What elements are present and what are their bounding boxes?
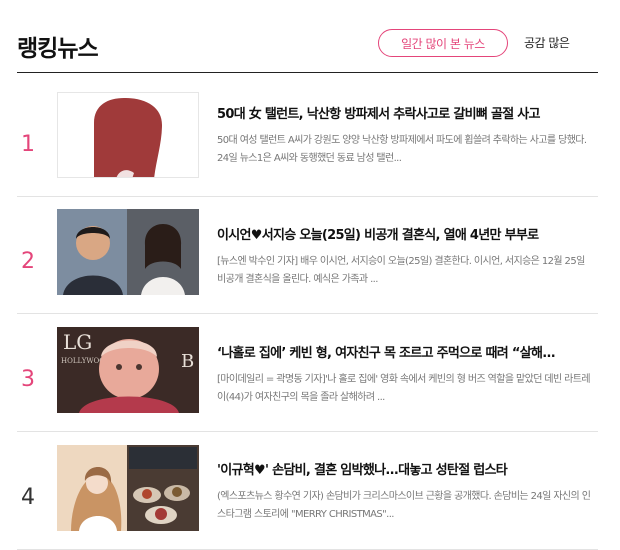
rank-number: 3 <box>21 366 35 392</box>
couple-photo-icon <box>57 209 199 295</box>
news-thumbnail[interactable] <box>57 445 199 531</box>
news-summary: (엑스포츠뉴스 황수연 기자) 손담비가 크리스마스이브 근황을 공개했다. 손… <box>217 491 591 520</box>
thumb-lg-text: LG <box>63 330 92 354</box>
news-thumbnail[interactable] <box>57 209 199 295</box>
tab-most-liked[interactable]: 공감 많은 <box>524 29 570 57</box>
rank-number: 2 <box>21 248 35 274</box>
news-headline[interactable]: ‘나홀로 집에’ 케빈 형, 여자친구 목 조르고 주먹으로 때려 “살해... <box>217 345 595 363</box>
ranking-header: 랭킹뉴스 일간 많이 본 뉴스 공감 많은 <box>17 0 598 73</box>
page-title: 랭킹뉴스 <box>17 36 99 62</box>
thumb-b-text: B <box>181 351 194 372</box>
thumbnail-image-icon <box>94 98 162 177</box>
news-thumbnail[interactable] <box>57 92 199 178</box>
news-summary: 50대 여성 탤런트 A씨가 강원도 양양 낙산항 방파제에서 파도에 휩쓸려 … <box>217 135 587 164</box>
news-item-3[interactable]: 3 LG HOLLYWOOD B ‘나홀로 집에’ 케빈 형, 여자친구 목 조… <box>17 327 598 432</box>
news-item-1[interactable]: 1 50대 女 탤런트, 낙산항 방파제서 추락사고로 갈비뼈 골절 사고 50… <box>17 92 598 197</box>
tab-daily-most-viewed[interactable]: 일간 많이 본 뉴스 <box>378 29 508 57</box>
person-photo-icon: LG HOLLYWOOD B <box>57 327 199 413</box>
news-headline[interactable]: 이시언♥서지승 오늘(25일) 비공개 결혼식, 열애 4년만 부부로 <box>217 227 595 245</box>
news-thumbnail[interactable]: LG HOLLYWOOD B <box>57 327 199 413</box>
rank-number: 1 <box>21 131 35 157</box>
food-photo-icon <box>57 445 199 531</box>
news-summary: [마이데일리 = 곽명동 기자]'나 홀로 집에' 영화 속에서 케빈의 형 버… <box>217 374 591 403</box>
news-headline[interactable]: 50대 女 탤런트, 낙산항 방파제서 추락사고로 갈비뼈 골절 사고 <box>217 106 595 124</box>
rank-number: 4 <box>21 484 35 510</box>
news-item-4[interactable]: 4 '이규혁♥' 손담비, 결혼 임박했나...대놓고 성탄절 럽스타 (엑스포… <box>17 445 598 550</box>
news-headline[interactable]: '이규혁♥' 손담비, 결혼 임박했나...대놓고 성탄절 럽스타 <box>217 462 595 480</box>
news-item-2[interactable]: 2 이시언♥서지승 오늘(25일) 비공개 결혼식, 열애 4년만 부부로 [뉴… <box>17 209 598 314</box>
news-summary: [뉴스엔 박수인 기자] 배우 이시언, 서지승이 오늘(25일) 결혼한다. … <box>217 256 585 285</box>
